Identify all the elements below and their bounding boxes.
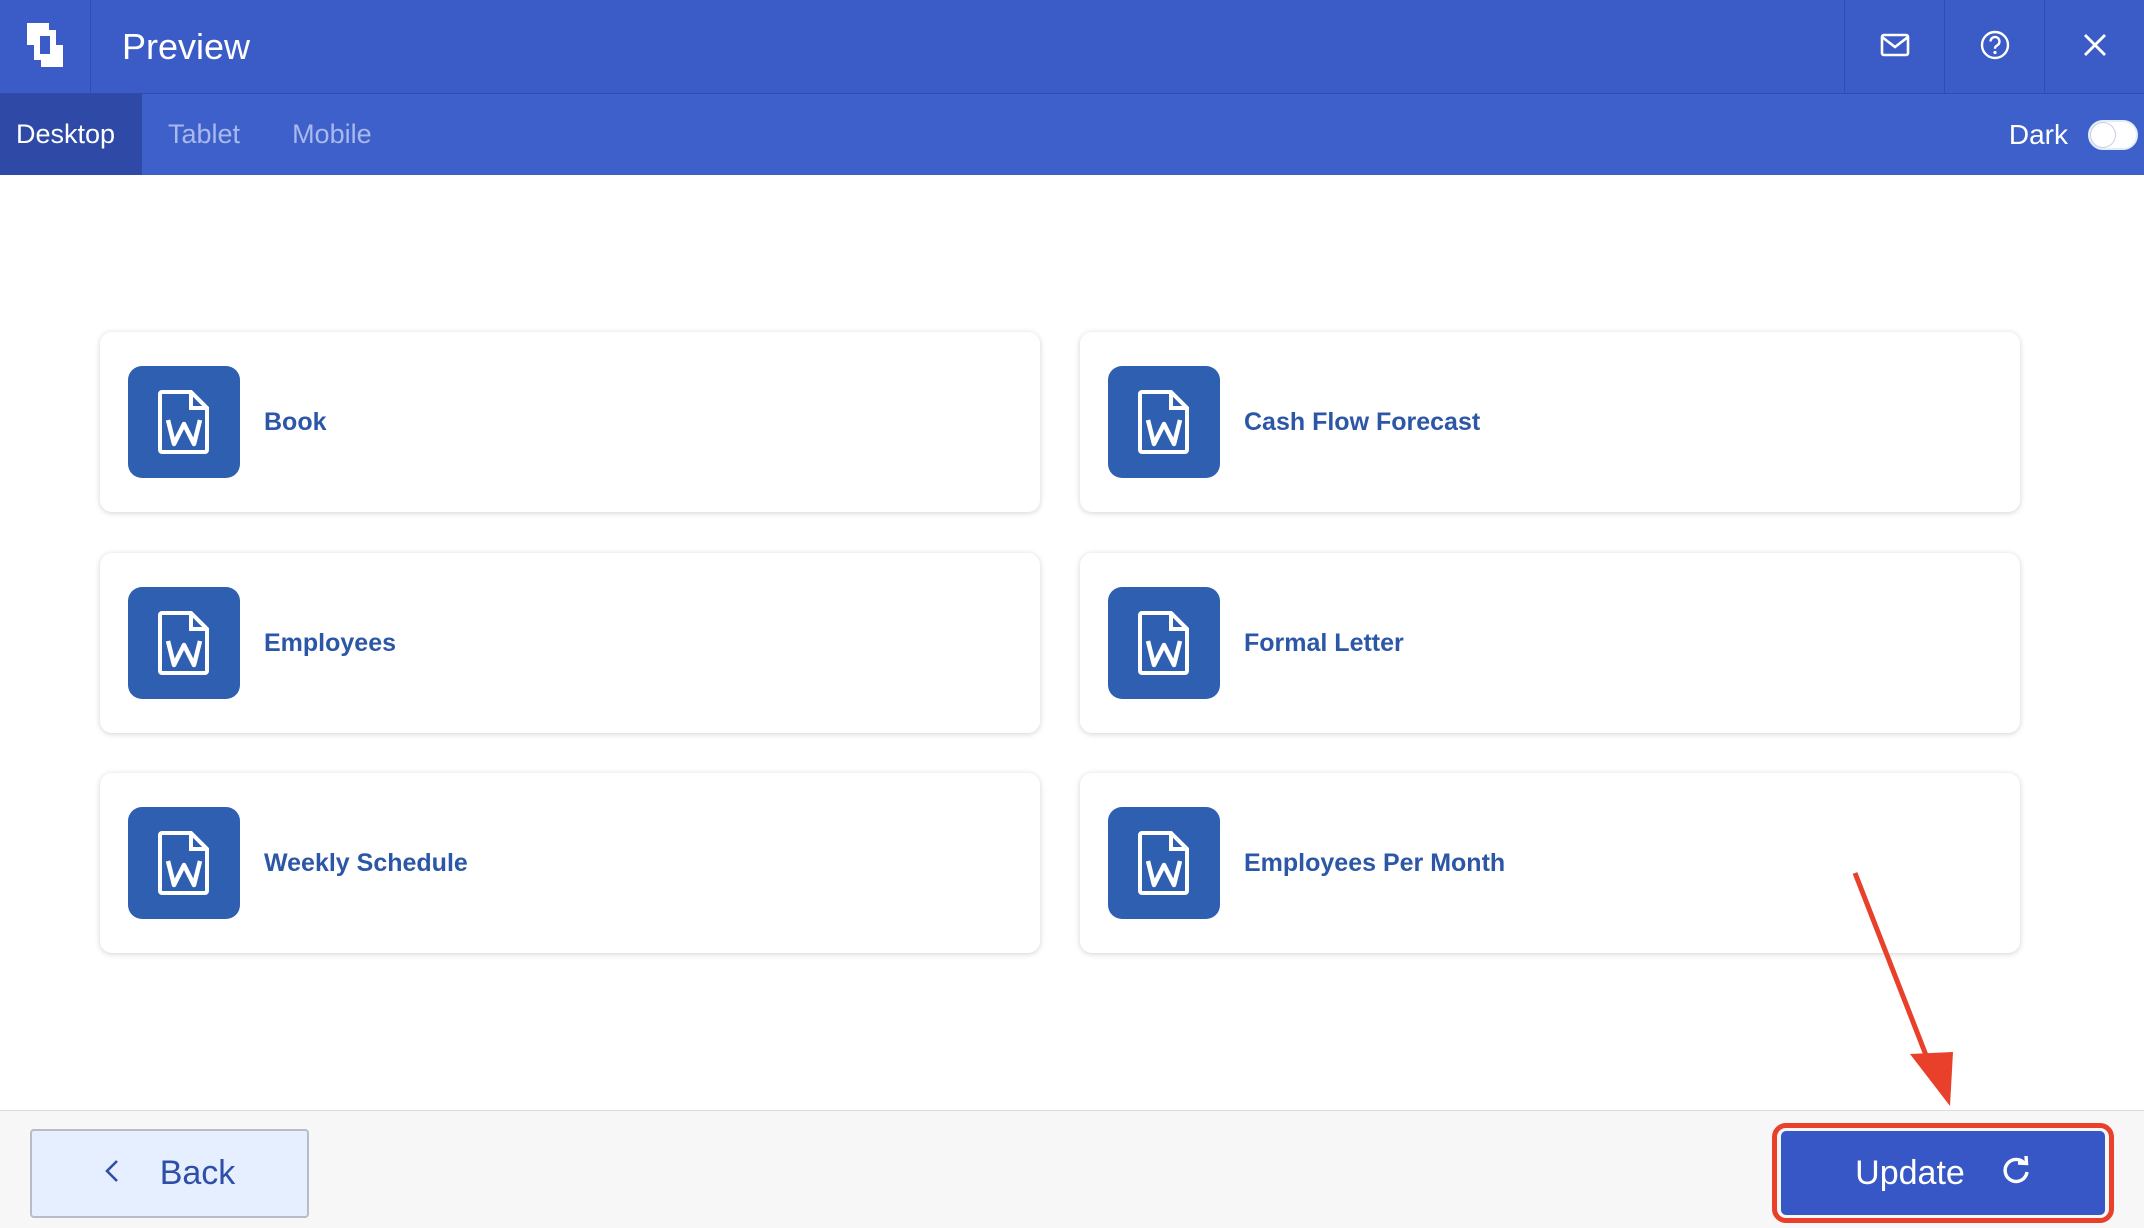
card-label: Employees [264,628,397,657]
close-button[interactable] [2044,0,2144,94]
page-title: Preview [122,25,251,67]
footer-bar: Back Update [0,1110,2144,1228]
card-label: Formal Letter [1244,628,1404,657]
dark-mode-control: Dark [2009,94,2144,175]
card-label: Weekly Schedule [264,848,468,877]
preview-window: Preview Desktop Tablet Mobile Dark Book … [0,0,2144,1228]
card-label: Cash Flow Forecast [1244,407,1481,436]
card-label: Book [264,407,327,436]
dark-mode-toggle[interactable] [2088,119,2138,150]
template-card-weekly-schedule[interactable]: Weekly Schedule [100,773,1040,953]
back-button-label: Back [159,1154,236,1192]
help-button[interactable] [1944,0,2044,94]
template-card-cash-flow-forecast[interactable]: Cash Flow Forecast [1080,332,2020,512]
chevron-left-icon [104,1158,120,1189]
mail-button[interactable] [1844,0,1944,94]
refresh-icon [2001,1154,2031,1191]
bracket-logo-icon [23,19,67,76]
header-bar: Preview [0,0,2144,94]
template-card-employees-per-month[interactable]: Employees Per Month [1080,773,2020,953]
word-document-icon [1108,587,1220,699]
back-button[interactable]: Back [30,1129,309,1218]
tab-mobile[interactable]: Mobile [266,94,398,175]
close-icon [2082,32,2108,63]
word-document-icon [128,807,240,919]
tab-tablet[interactable]: Tablet [142,94,266,175]
template-card-book[interactable]: Book [100,332,1040,512]
update-button-label: Update [1855,1153,1965,1192]
app-logo [0,0,91,94]
tab-desktop[interactable]: Desktop [0,94,142,175]
word-document-icon [128,366,240,478]
dark-mode-label: Dark [2008,118,2068,150]
template-card-formal-letter[interactable]: Formal Letter [1080,553,2020,733]
word-document-icon [128,587,240,699]
device-tabs: Desktop Tablet Mobile Dark [0,94,2144,175]
help-circle-icon [1979,29,2011,66]
mail-icon [1880,33,1910,62]
update-button[interactable]: Update [1781,1131,2105,1215]
card-label: Employees Per Month [1244,848,1506,877]
template-card-employees[interactable]: Employees [100,553,1040,733]
word-document-icon [1108,366,1220,478]
word-document-icon [1108,807,1220,919]
toggle-knob [2091,122,2115,147]
